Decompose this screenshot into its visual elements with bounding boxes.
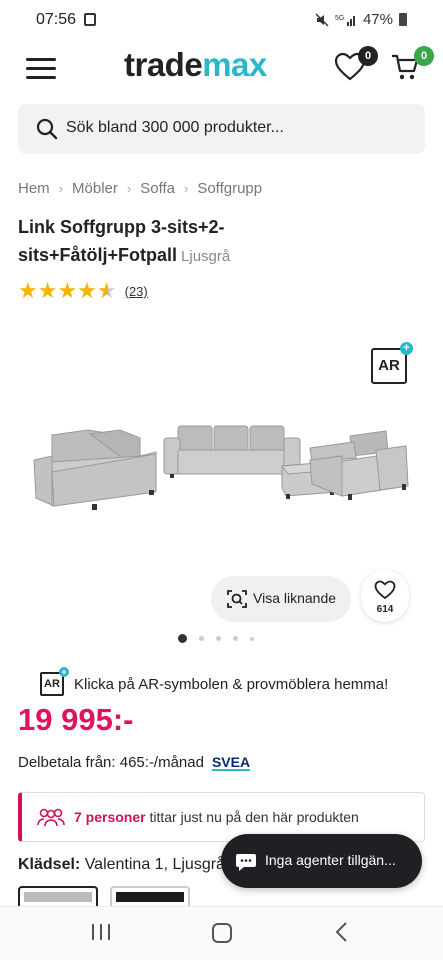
- visual-search-icon: [227, 590, 247, 608]
- ar-label: AR: [378, 357, 400, 374]
- mute-icon: [315, 12, 329, 27]
- menu-icon[interactable]: [26, 58, 56, 80]
- search-input[interactable]: Sök bland 300 000 produkter...: [18, 104, 425, 154]
- installment-text: Delbetala från: 465:-/månad: [18, 754, 204, 771]
- fabric-label: Klädsel:: [18, 856, 81, 873]
- breadcrumb: Hem › Möbler › Soffa › Soffgrupp: [18, 180, 262, 197]
- similar-products-label: Visa liknande: [253, 590, 337, 606]
- logo-max: max: [202, 46, 267, 83]
- logo-trade: trade: [124, 46, 203, 83]
- review-count[interactable]: (23): [125, 284, 148, 299]
- ar-promo-text: Klicka på AR-symbolen & provmöblera hemm…: [74, 675, 389, 693]
- product-wishlist-button[interactable]: 614: [361, 570, 409, 622]
- viewers-text: 7 personer tittar just nu på den här pro…: [74, 809, 359, 825]
- chat-button[interactable]: Inga agenter tillgän...: [221, 834, 422, 888]
- plus-icon: +: [400, 342, 413, 355]
- breadcrumb-item[interactable]: Soffa: [140, 180, 175, 197]
- carousel-dot[interactable]: [178, 634, 187, 643]
- product-color: Ljusgrå: [181, 248, 231, 265]
- viewers-count: 7 personer: [74, 809, 146, 825]
- fabric-value: Valentina 1, Ljusgrå: [80, 856, 225, 873]
- chevron-right-icon: ›: [126, 181, 132, 196]
- ar-promo[interactable]: AR + Klicka på AR-symbolen & provmöblera…: [40, 667, 389, 696]
- search-placeholder: Sök bland 300 000 produkter...: [66, 119, 284, 136]
- chevron-right-icon: ›: [58, 181, 64, 196]
- chat-label: Inga agenter tillgän...: [265, 852, 396, 868]
- installment-info: Delbetala från: 465:-/månad SVEA: [18, 753, 251, 771]
- carousel-dots: [178, 634, 254, 643]
- carousel-dot[interactable]: [233, 636, 238, 641]
- wishlist-count: 614: [376, 604, 394, 615]
- armchair: [309, 430, 409, 497]
- carousel-dot[interactable]: [250, 636, 254, 641]
- people-icon: [37, 808, 65, 827]
- chat-bubble-icon: [236, 854, 256, 871]
- signal-icon: 5G: [335, 15, 355, 26]
- ar-small-label: AR: [44, 678, 60, 690]
- recent-apps-icon[interactable]: [90, 921, 112, 943]
- system-nav-bar: [0, 906, 443, 960]
- wishlist-badge: 0: [358, 46, 378, 66]
- viewers-rest: tittar just nu på den här produkten: [145, 809, 359, 825]
- chevron-right-icon: ›: [183, 181, 189, 196]
- ar-icon: AR +: [40, 667, 69, 696]
- site-header: trademax 0 0: [0, 40, 443, 96]
- star-rating-icon: ★★★★★: [18, 278, 117, 303]
- product-image[interactable]: [30, 400, 415, 520]
- svg-text:5G: 5G: [335, 15, 344, 22]
- similar-products-button[interactable]: Visa liknande: [211, 576, 351, 622]
- breadcrumb-item[interactable]: Soffgrupp: [197, 180, 262, 197]
- back-icon[interactable]: [334, 921, 350, 943]
- notification-icon: [84, 13, 96, 26]
- heart-icon: [374, 580, 396, 600]
- home-icon[interactable]: [210, 921, 234, 945]
- sofa-3-seat: [163, 425, 301, 475]
- sofa-2-seat: [33, 429, 157, 507]
- cart-badge: 0: [414, 46, 434, 66]
- fabric-swatch-selected[interactable]: [18, 886, 98, 906]
- rating[interactable]: ★★★★★ (23): [18, 280, 148, 302]
- search-icon: [36, 118, 58, 140]
- breadcrumb-item[interactable]: Hem: [18, 180, 50, 197]
- carousel-dot[interactable]: [216, 636, 221, 641]
- cart-button[interactable]: 0: [390, 46, 434, 86]
- battery-percent: 47%: [362, 11, 393, 28]
- wishlist-button[interactable]: 0: [334, 46, 378, 86]
- product-price: 19 995:-: [18, 702, 134, 737]
- product-title: Link Soffgrupp 3-sits+2-sits+Fåtölj+Fotp…: [18, 213, 318, 271]
- breadcrumb-item[interactable]: Möbler: [72, 180, 118, 197]
- logo[interactable]: trademax: [124, 46, 267, 84]
- status-right: 5G 47%: [315, 11, 407, 28]
- ar-button[interactable]: AR +: [371, 342, 413, 384]
- battery-icon: [399, 13, 407, 26]
- fabric-selector: Klädsel: Valentina 1, Ljusgrå: [18, 856, 225, 874]
- status-time: 07:56: [36, 11, 77, 28]
- plus-icon: +: [59, 667, 69, 677]
- carousel-dot[interactable]: [199, 636, 204, 641]
- svea-logo: SVEA: [211, 753, 251, 771]
- status-bar: 07:56 5G 47%: [0, 0, 443, 40]
- fabric-swatch[interactable]: [110, 886, 190, 906]
